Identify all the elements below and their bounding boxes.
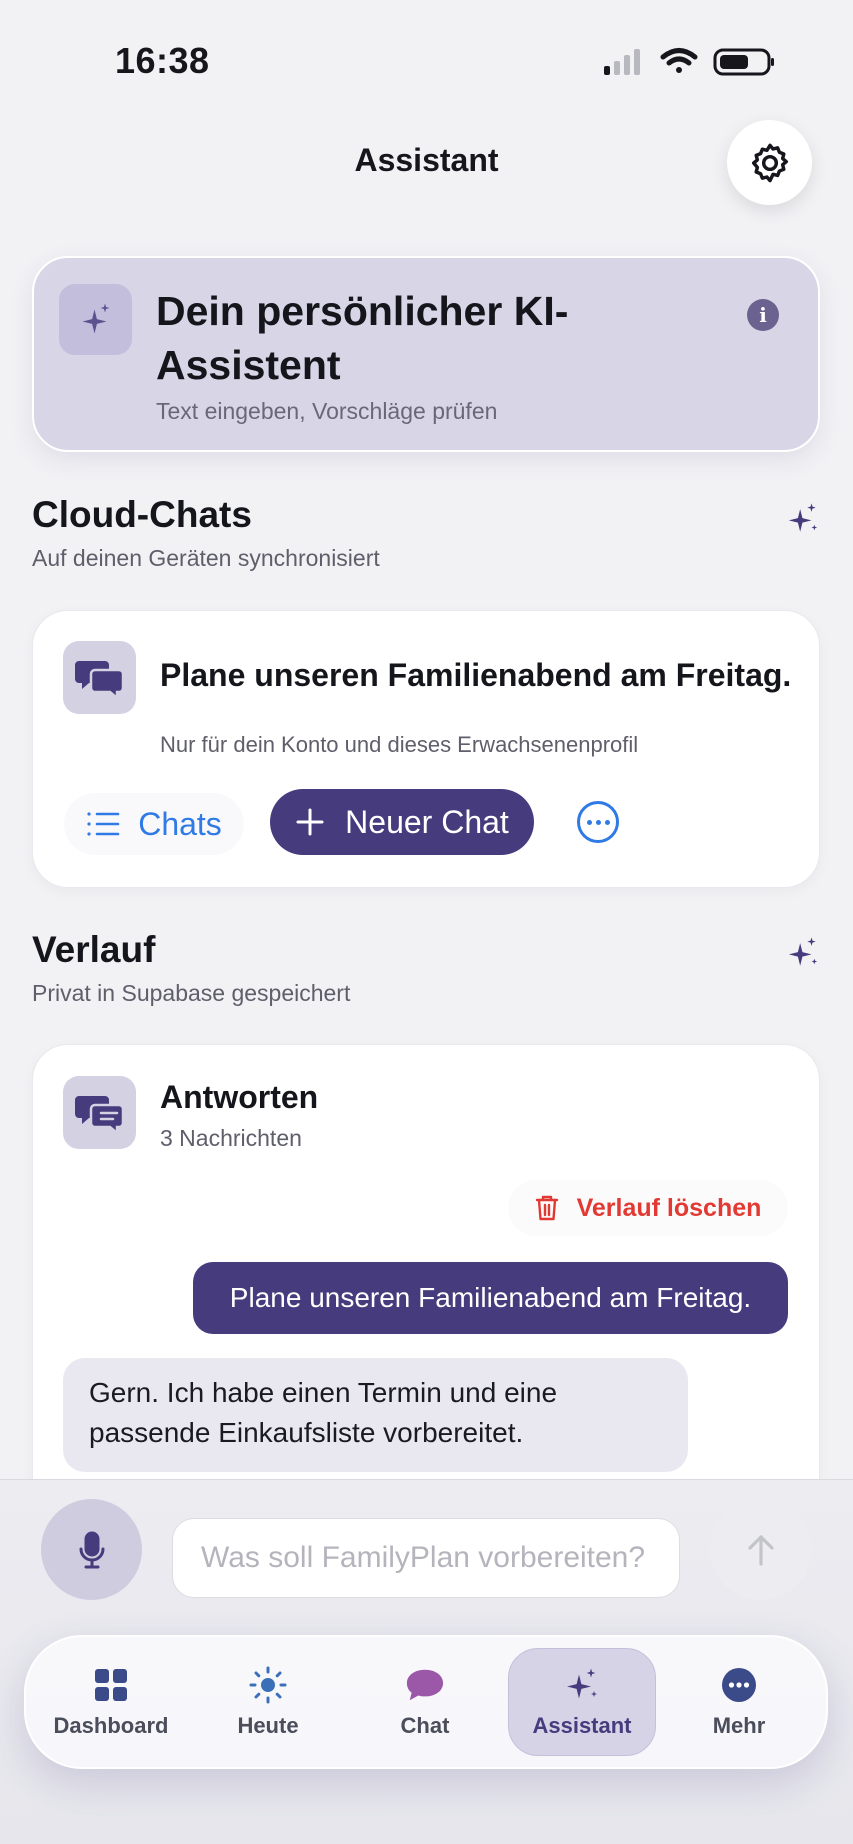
tab-label: Assistant [532, 1713, 632, 1738]
grid-icon [91, 1665, 131, 1705]
tab-assistant[interactable]: Assistant [508, 1648, 656, 1756]
hero-title: Dein persönlicher KI-Assistent [156, 288, 569, 388]
wifi-icon [660, 48, 698, 73]
message-count: 3 Nachrichten [160, 1125, 302, 1151]
assistant-message-bubble: Gern. Ich habe einen Termin und eine pas… [63, 1358, 688, 1472]
chats-button[interactable]: Chats [64, 793, 244, 855]
chat-icon-box [63, 641, 136, 714]
sparkles-icon [562, 1665, 602, 1705]
section-title-history: Verlauf [32, 929, 156, 970]
more-icon [719, 1665, 759, 1705]
tab-label: Dashboard [53, 1713, 169, 1738]
tab-label: Mehr [712, 1713, 766, 1738]
chat-text-icon [74, 1095, 124, 1134]
cloud-chat-title: Plane unseren Familienabend am Freitag. [160, 657, 792, 693]
sun-icon [248, 1665, 288, 1705]
section-subtitle-cloud-chats: Auf deinen Geräten synchronisiert [32, 545, 380, 571]
delete-history-button[interactable]: Verlauf löschen [508, 1180, 788, 1236]
battery-icon [713, 48, 774, 76]
history-card-title: Antworten [160, 1079, 319, 1115]
signal-icon [604, 49, 640, 75]
new-chat-button-label: Neuer Chat [345, 803, 509, 840]
message-input[interactable] [172, 1518, 680, 1598]
tab-label: Chat [400, 1713, 450, 1738]
status-icons [604, 48, 774, 76]
history-icon-box [63, 1076, 136, 1149]
sparkles-icon [82, 303, 109, 333]
sparkles-icon [788, 503, 818, 532]
tab-chat[interactable]: Chat [351, 1648, 499, 1756]
sparkles-icon [788, 937, 818, 966]
section-title-cloud-chats: Cloud-Chats [32, 494, 252, 535]
status-time: 16:38 [115, 40, 210, 81]
chats-button-label: Chats [138, 805, 222, 842]
page-title: Assistant [354, 142, 499, 178]
settings-button[interactable] [727, 120, 812, 205]
cloud-chat-subtitle: Nur für dein Konto und dieses Erwachsene… [160, 732, 639, 757]
arrow-up-icon [747, 1534, 774, 1566]
new-chat-button[interactable]: Neuer Chat [270, 789, 534, 855]
tab-dashboard[interactable]: Dashboard [37, 1648, 185, 1756]
list-icon [87, 812, 120, 836]
section-subtitle-history: Privat in Supabase gespeichert [32, 980, 351, 1006]
chat-bubbles-icon [74, 660, 124, 699]
tab-heute[interactable]: Heute [194, 1648, 342, 1756]
info-icon[interactable]: i [747, 299, 779, 331]
hero-icon-box [59, 284, 132, 355]
delete-history-label: Verlauf löschen [576, 1193, 762, 1222]
hero-subtitle: Text eingeben, Vorschläge prüfen [156, 398, 498, 424]
gear-icon [751, 143, 788, 182]
chat-bubble-icon [405, 1665, 445, 1705]
plus-icon [296, 808, 324, 836]
microphone-icon [79, 1531, 104, 1568]
tab-label: Heute [237, 1713, 299, 1738]
send-button[interactable] [710, 1499, 811, 1600]
tab-mehr[interactable]: Mehr [665, 1648, 813, 1756]
microphone-button[interactable] [41, 1499, 142, 1600]
more-options-button[interactable] [577, 801, 619, 843]
trash-icon [535, 1195, 558, 1221]
user-message-bubble: Plane unseren Familienabend am Freitag. [193, 1262, 788, 1334]
